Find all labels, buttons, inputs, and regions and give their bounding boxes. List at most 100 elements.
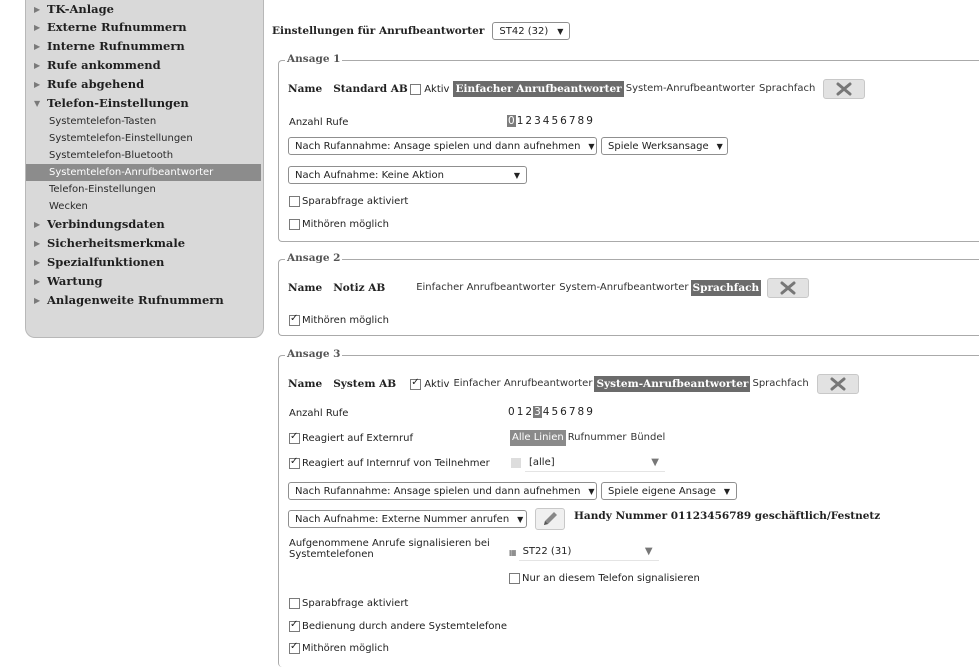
ring-count-0[interactable]: 0: [507, 406, 516, 418]
nav-item-anlagenweite-rufnummern[interactable]: ▶ Anlagenweite Rufnummern: [26, 291, 263, 310]
nav-subitem-systemtelefon-einstellungen[interactable]: Systemtelefon-Einstellungen: [26, 130, 263, 147]
ring-count-5[interactable]: 5: [550, 115, 559, 127]
only-this-phone-checkbox[interactable]: [509, 572, 520, 584]
mode-sprachfach[interactable]: Sprachfach: [690, 280, 762, 296]
nav-subitem-telefon-einstellungen[interactable]: Telefon-Einstellungen: [26, 181, 263, 198]
ring-count-0[interactable]: 0: [507, 115, 516, 127]
nav-item-sicherheitsmerkmale[interactable]: ▶ Sicherheitsmerkmale: [26, 234, 263, 253]
ring-count-7[interactable]: 7: [568, 406, 577, 418]
mode-einfacher-ab[interactable]: Einfacher Anrufbeantworter: [414, 280, 557, 296]
ring-count-1[interactable]: 1: [516, 115, 525, 127]
nav-subitem-systemtelefon-bluetooth[interactable]: Systemtelefon-Bluetooth: [26, 147, 263, 164]
mode-system-ab[interactable]: System-Anrufbeantworter: [624, 81, 757, 97]
device-select[interactable]: ST42 (32) ▼: [492, 22, 571, 40]
nav-subitem-systemtelefon-anrufbeantworter[interactable]: Systemtelefon-Anrufbeantworter: [26, 164, 261, 181]
ring-count-3[interactable]: 3: [533, 406, 542, 418]
signal-select[interactable]: ST22 (31) ▼: [518, 543, 659, 561]
ring-count-3[interactable]: 3: [533, 115, 542, 127]
sparabfrage-label: Sparabfrage aktiviert: [302, 195, 409, 207]
name-row: Name Notiz AB Einfacher Anrufbeantworter…: [279, 278, 810, 298]
teilnehmer-select[interactable]: [alle] ▼: [525, 454, 665, 472]
ring-count-7[interactable]: 7: [568, 115, 577, 127]
triangle-right-icon: ▶: [34, 238, 41, 248]
announcement-select[interactable]: Spiele Werksansage ▼: [601, 137, 728, 155]
participant-icon: [511, 458, 521, 468]
ring-count-6[interactable]: 6: [559, 406, 568, 418]
ring-count-6[interactable]: 6: [559, 115, 568, 127]
nav-subitem-systemtelefon-tasten[interactable]: Systemtelefon-Tasten: [26, 113, 263, 130]
ring-count-5[interactable]: 5: [550, 406, 559, 418]
sparabfrage-checkbox[interactable]: [289, 597, 300, 609]
delete-button[interactable]: [767, 278, 810, 298]
mode-einfacher-ab[interactable]: Einfacher Anrufbeantworter: [453, 81, 624, 97]
nav-item-tk-anlage[interactable]: ▶ TK-Anlage: [26, 3, 263, 18]
triangle-right-icon: ▶: [34, 79, 41, 89]
nav-item-rufe-ankommend[interactable]: ▶ Rufe ankommend: [26, 56, 263, 75]
ring-count-2[interactable]: 2: [524, 406, 533, 418]
nav-subitem-wecken[interactable]: Wecken: [26, 198, 263, 215]
line-option-rufnummer[interactable]: Rufnummer: [566, 430, 629, 446]
nav-item-interne-rufnummern[interactable]: ▶ Interne Rufnummern: [26, 37, 263, 56]
name-input[interactable]: Notiz AB: [330, 280, 409, 296]
reagiert-intern-checkbox[interactable]: [289, 456, 300, 469]
after-record-select[interactable]: Nach Aufnahme: Keine Aktion ▼: [288, 166, 527, 184]
teilnehmer-row: [alle] ▼: [511, 453, 665, 473]
ring-count-4[interactable]: 4: [542, 115, 551, 127]
mithoeren-label: Mithören möglich: [302, 314, 389, 326]
nav-item-label: Rufe abgehend: [47, 77, 145, 91]
ring-count-9[interactable]: 9: [585, 115, 594, 127]
after-call-select[interactable]: Nach Rufannahme: Ansage spielen und dann…: [288, 482, 597, 500]
bedienung-checkbox[interactable]: [289, 619, 300, 632]
after-record-select[interactable]: Nach Aufnahme: Externe Nummer anrufen ▼: [288, 510, 527, 528]
mode-system-ab[interactable]: System-Anrufbeantworter: [594, 376, 751, 392]
ring-count-2[interactable]: 2: [524, 115, 533, 127]
external-number-text: Handy Nummer 01123456789 geschäftlich/Fe…: [574, 510, 881, 522]
nav-item-wartung[interactable]: ▶ Wartung: [26, 272, 263, 291]
mode-system-ab[interactable]: System-Anrufbeantworter: [557, 280, 690, 296]
announcement-select[interactable]: Spiele eigene Ansage ▼: [601, 482, 737, 500]
mithoeren-checkbox[interactable]: [289, 641, 300, 654]
dropdown-arrow-icon: ▼: [513, 170, 520, 180]
triangle-right-icon: ▶: [34, 41, 41, 51]
sparabfrage-checkbox[interactable]: [289, 195, 300, 207]
after-record-row: Nach Aufnahme: Externe Nummer anrufen ▼ H…: [279, 507, 880, 531]
aktiv-checkbox[interactable]: [410, 377, 422, 390]
group-title: Ansage 2: [285, 252, 343, 264]
ring-count-9[interactable]: 9: [585, 406, 594, 418]
nav-item-verbindungsdaten[interactable]: ▶ Verbindungsdaten: [26, 215, 263, 234]
select-value: Nach Rufannahme: Ansage spielen und dann…: [295, 485, 581, 497]
nav-item-telefon-einstellungen[interactable]: ▼ Telefon-Einstellungen: [26, 94, 263, 113]
ring-count-8[interactable]: 8: [577, 115, 586, 127]
ansage-2-group: Ansage 2 Name Notiz AB Einfacher Anrufbe…: [278, 252, 979, 336]
after-call-select[interactable]: Nach Rufannahme: Ansage spielen und dann…: [288, 137, 597, 155]
mode-sprachfach[interactable]: Sprachfach: [750, 376, 810, 392]
delete-button[interactable]: [823, 79, 866, 99]
dropdown-arrow-icon: ▼: [644, 546, 653, 557]
mithoeren-label: Mithören möglich: [302, 642, 389, 654]
edit-number-button[interactable]: [535, 508, 565, 530]
mithoeren-checkbox[interactable]: [289, 313, 300, 326]
name-input[interactable]: System AB: [330, 376, 409, 392]
dropdown-arrow-icon: ▼: [651, 457, 659, 468]
reagiert-extern-checkbox[interactable]: [289, 431, 300, 444]
nav-item-externe-rufnummern[interactable]: ▶ Externe Rufnummern: [26, 18, 263, 37]
line-option-alle-linien[interactable]: Alle Linien: [510, 430, 566, 446]
nav-item-spezialfunktionen[interactable]: ▶ Spezialfunktionen: [26, 253, 263, 272]
ring-count-1[interactable]: 1: [516, 406, 525, 418]
name-input[interactable]: Standard AB: [330, 81, 409, 97]
reagiert-extern-row: Reagiert auf Externruf: [279, 428, 413, 448]
ring-count-4[interactable]: 4: [542, 406, 551, 418]
ring-count-8[interactable]: 8: [577, 406, 586, 418]
aktiv-checkbox[interactable]: [410, 83, 422, 95]
delete-button[interactable]: [816, 374, 859, 394]
mithoeren-checkbox[interactable]: [289, 218, 300, 230]
only-this-phone-row: Nur an diesem Telefon signalisieren: [509, 568, 700, 588]
mode-einfacher-ab[interactable]: Einfacher Anrufbeantworter: [451, 376, 594, 392]
line-option-buendel[interactable]: Bündel: [628, 430, 667, 446]
dropdown-arrow-icon: ▼: [588, 486, 595, 496]
mithoeren-row: Mithören möglich: [279, 638, 389, 658]
page-title: Einstellungen für Anrufbeantworter: [272, 25, 485, 37]
mode-sprachfach[interactable]: Sprachfach: [757, 81, 817, 97]
nav-item-rufe-abgehend[interactable]: ▶ Rufe abgehend: [26, 75, 263, 94]
delete-x-icon: [780, 281, 796, 295]
